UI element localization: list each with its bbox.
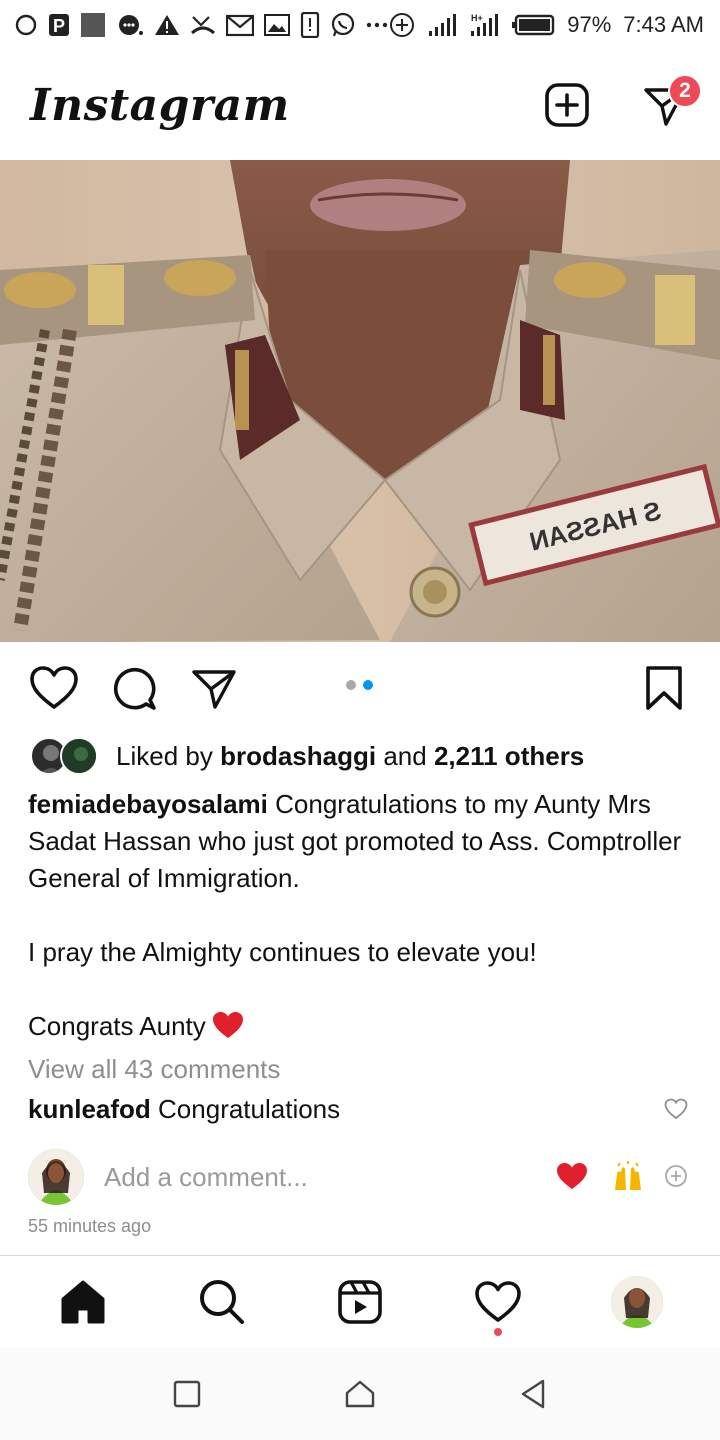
- comment-username[interactable]: kunleafod: [28, 1094, 151, 1124]
- quick-react-raised-hands-button[interactable]: [612, 1160, 644, 1197]
- instagram-logo[interactable]: Instagram: [30, 80, 290, 131]
- search-icon: [199, 1279, 244, 1324]
- like-button[interactable]: [26, 660, 82, 716]
- reels-icon: [338, 1279, 382, 1324]
- likes-summary[interactable]: Liked by brodashaggi and 2,211 others: [30, 736, 584, 776]
- signal-icon: [427, 13, 457, 37]
- profile-avatar: [610, 1275, 663, 1328]
- plus-circle-icon: [665, 1165, 687, 1187]
- svg-text:P: P: [53, 16, 65, 36]
- post-caption: femiadebayosalami Congratulations to my …: [28, 786, 698, 1049]
- comment-button[interactable]: [106, 660, 162, 716]
- messages-badge: 2: [668, 74, 702, 108]
- save-button[interactable]: [636, 660, 692, 716]
- bottom-navigation: [0, 1255, 720, 1347]
- back-triangle-icon: [522, 1379, 545, 1408]
- data-saver-icon: [389, 12, 415, 38]
- warning-icon: [154, 13, 180, 37]
- home-outline-icon: [345, 1380, 375, 1407]
- nav-reels-button[interactable]: [328, 1270, 392, 1334]
- app-square-icon: [80, 12, 106, 38]
- whatsapp-icon: [330, 12, 356, 38]
- more-notifications-icon: [366, 21, 388, 29]
- liker-username[interactable]: brodashaggi: [220, 741, 376, 772]
- add-comment-input[interactable]: [104, 1161, 504, 1193]
- alert-phone-icon: [300, 12, 320, 38]
- chat-dots-icon: [116, 13, 144, 37]
- missed-call-icon: [190, 13, 216, 37]
- comment-text: Congratulations: [158, 1094, 341, 1124]
- clock: 7:43 AM: [623, 12, 704, 37]
- nav-home-button[interactable]: [51, 1270, 115, 1334]
- quick-react-heart-button[interactable]: [556, 1162, 588, 1195]
- avatar: [60, 737, 98, 775]
- status-bar: P H+ 97% 7:43 AM: [0, 0, 720, 50]
- send-icon: [192, 670, 236, 709]
- red-heart-emoji-icon: [212, 1011, 244, 1049]
- more-reactions-button[interactable]: [664, 1164, 688, 1193]
- comment-icon: [113, 667, 156, 710]
- likes-others-count[interactable]: 2,211 others: [434, 741, 584, 772]
- gmail-icon: [226, 13, 254, 37]
- header-actions: 2: [542, 74, 702, 130]
- back-button[interactable]: [503, 1364, 563, 1424]
- post-timestamp: 55 minutes ago: [28, 1216, 152, 1236]
- likes-joiner: and: [383, 740, 427, 771]
- system-indicators: H+ 97% 7:43 AM: [389, 12, 704, 38]
- nav-profile-button[interactable]: [605, 1270, 669, 1334]
- view-all-comments-link[interactable]: View all 43 comments: [28, 1054, 280, 1085]
- heart-icon: [664, 1098, 688, 1120]
- notification-icons: P: [14, 12, 388, 38]
- app-header: Instagram 2: [0, 50, 720, 160]
- likes-prefix: Liked by: [116, 740, 213, 771]
- activity-notification-dot: [494, 1327, 503, 1336]
- system-navigation-bar: [0, 1347, 720, 1440]
- new-post-button[interactable]: [542, 80, 592, 130]
- add-comment-row: [28, 1148, 692, 1206]
- recent-apps-button[interactable]: [157, 1364, 217, 1424]
- plus-square-icon: [545, 83, 589, 127]
- home-system-button[interactable]: [330, 1364, 390, 1424]
- p-app-icon: P: [48, 13, 70, 37]
- caption-username[interactable]: femiadebayosalami: [28, 789, 268, 819]
- share-button[interactable]: [186, 660, 242, 716]
- caption-text-line3: Congrats Aunty: [28, 1011, 206, 1041]
- red-heart-emoji-icon: [557, 1163, 587, 1189]
- home-icon: [61, 1280, 105, 1323]
- nav-search-button[interactable]: [190, 1270, 254, 1334]
- raised-hands-emoji-icon: [615, 1161, 641, 1190]
- carousel-indicator: [346, 680, 373, 690]
- post-photo[interactable]: S HASSAN: [0, 160, 720, 642]
- heart-icon: [30, 666, 78, 709]
- image-icon: [264, 13, 290, 37]
- signal-hplus-icon: H+: [469, 12, 499, 38]
- carousel-dot-active: [363, 680, 373, 690]
- liker-avatars: [30, 736, 102, 776]
- bookmark-icon: [646, 666, 682, 710]
- comment-like-button[interactable]: [664, 1098, 688, 1125]
- carousel-dot: [346, 680, 356, 690]
- uniform-photo-illustration: S HASSAN: [0, 160, 720, 642]
- nav-activity-button[interactable]: [466, 1270, 530, 1336]
- my-avatar: [28, 1149, 84, 1205]
- top-comment: kunleafod Congratulations: [28, 1094, 340, 1125]
- caption-text-line2: I pray the Almighty continues to elevate…: [28, 937, 537, 967]
- chat-bubble-icon: [14, 13, 38, 37]
- battery-percent: 97%: [567, 12, 612, 37]
- heart-icon: [475, 1280, 522, 1322]
- network-type-label: H+: [471, 13, 483, 23]
- square-icon: [173, 1380, 200, 1407]
- battery-icon: [511, 14, 555, 36]
- direct-messages-button[interactable]: 2: [640, 74, 702, 130]
- post-actions: [0, 650, 720, 726]
